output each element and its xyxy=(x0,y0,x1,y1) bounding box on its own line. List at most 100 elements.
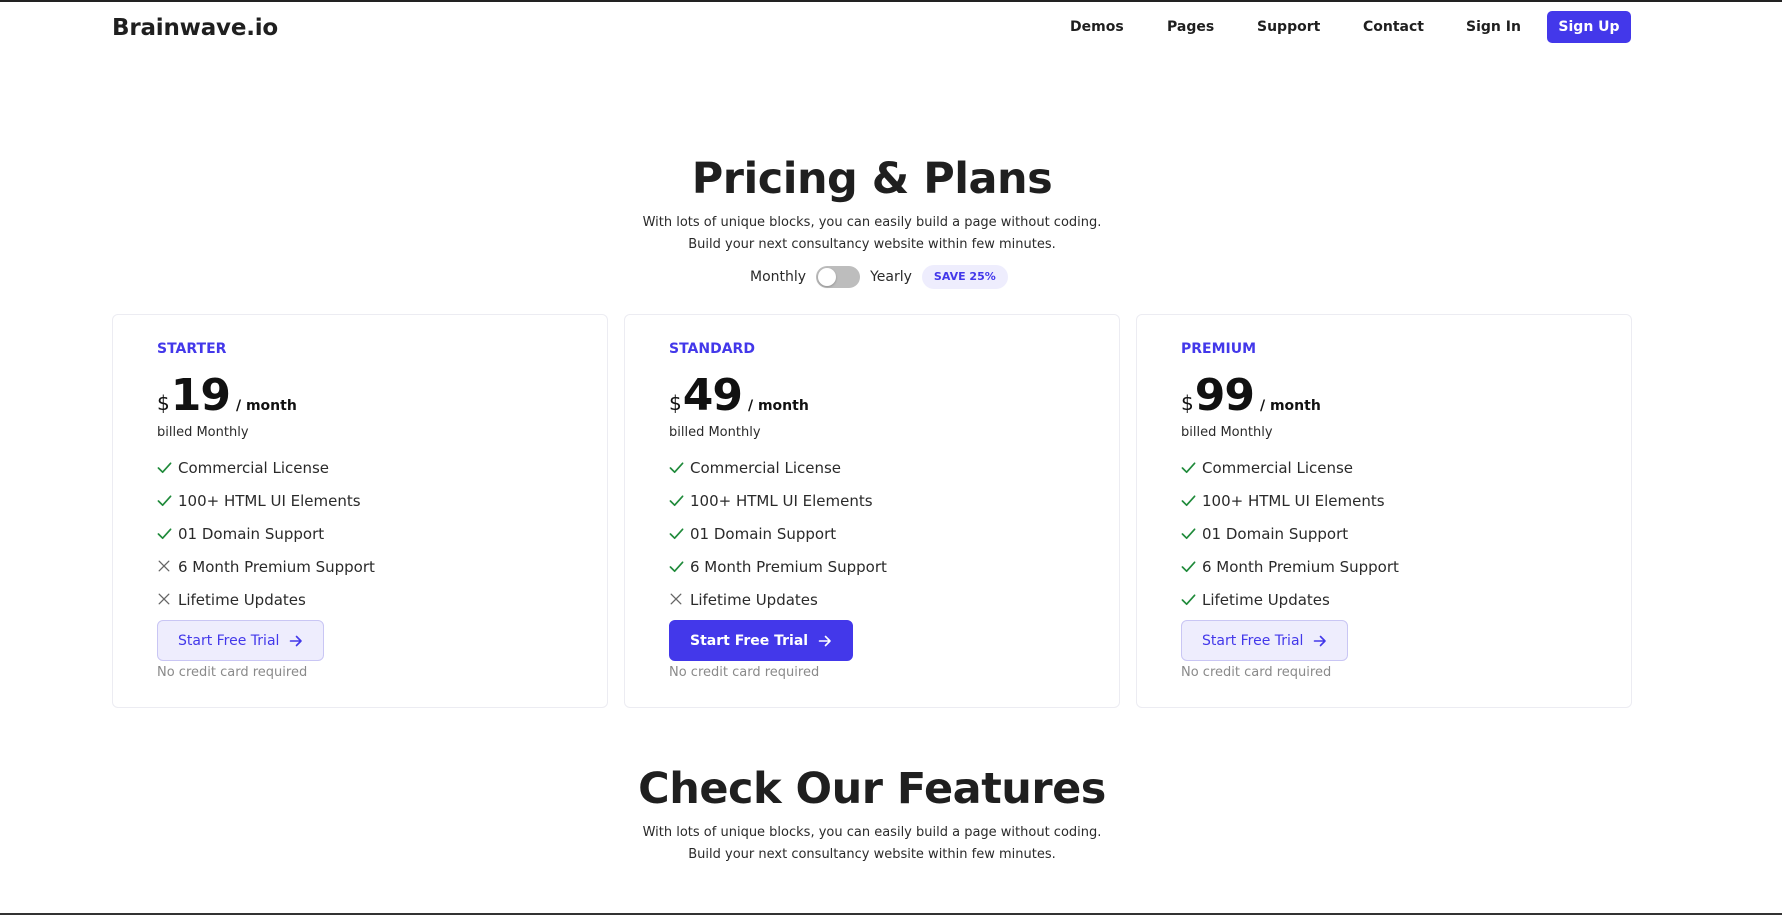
x-icon xyxy=(157,592,178,608)
start-free-trial-button[interactable]: Start Free Trial xyxy=(1181,620,1349,661)
feature-item: Lifetime Updates xyxy=(1181,583,1399,616)
feature-list: Commercial License 100+ HTML UI Elements 0… xyxy=(157,451,375,616)
plan-name: PREMIUM xyxy=(1181,341,1257,357)
feature-label: Commercial License xyxy=(690,458,842,477)
check-icon xyxy=(1181,460,1202,476)
start-free-trial-button[interactable]: Start Free Trial xyxy=(669,620,854,661)
price-row: $19/ month xyxy=(157,369,297,423)
pricing-card-starter: STARTER $19/ month billed Monthly Commercia… xyxy=(112,314,608,708)
pricing-subtitle-line-1: With lots of unique blocks, you can easi… xyxy=(642,215,1102,230)
feature-label: Lifetime Updates xyxy=(690,590,818,609)
feature-list: Commercial License 100+ HTML UI Elements 0… xyxy=(1181,451,1399,616)
pricing-card-standard: STANDARD $49/ month billed Monthly Commerci… xyxy=(624,314,1120,708)
feature-item: 01 Domain Support xyxy=(669,517,887,550)
no-credit-card-note: No credit card required xyxy=(157,665,308,680)
brand-logo[interactable]: Brainwave.io xyxy=(112,15,278,41)
toggle-label-yearly[interactable]: Yearly xyxy=(870,269,912,285)
feature-label: 6 Month Premium Support xyxy=(1202,557,1399,576)
save-badge: SAVE 25% xyxy=(921,265,1008,289)
feature-list: Commercial License 100+ HTML UI Elements 0… xyxy=(669,451,887,616)
price-amount: 49 xyxy=(682,370,743,421)
price-amount: 99 xyxy=(1194,370,1255,421)
cta-label: Start Free Trial xyxy=(178,632,280,649)
check-icon xyxy=(157,460,178,476)
price-currency: $ xyxy=(157,391,170,415)
sign-up-button[interactable]: Sign Up xyxy=(1547,11,1631,43)
feature-item: 6 Month Premium Support xyxy=(157,550,375,583)
price-amount: 19 xyxy=(170,370,231,421)
features-subtitle-line-1: With lots of unique blocks, you can easi… xyxy=(642,825,1102,840)
feature-item: 100+ HTML UI Elements xyxy=(1181,484,1399,517)
feature-label: Lifetime Updates xyxy=(1202,590,1330,609)
feature-label: Commercial License xyxy=(1202,458,1354,477)
nav-link-contact[interactable]: Contact xyxy=(1363,19,1424,35)
top-navbar: Brainwave.io Demos Pages Support Contact… xyxy=(0,2,1782,58)
feature-item: Commercial License xyxy=(1181,451,1399,484)
check-icon xyxy=(1181,559,1202,575)
feature-item: Commercial License xyxy=(669,451,887,484)
price-period: / month xyxy=(235,398,297,414)
feature-item: Lifetime Updates xyxy=(157,583,375,616)
arrow-right-icon xyxy=(289,634,303,648)
check-icon xyxy=(669,526,690,542)
feature-label: 01 Domain Support xyxy=(178,524,325,543)
arrow-right-icon xyxy=(1313,634,1327,648)
pricing-subtitle-line-2: Build your next consultancy website with… xyxy=(688,237,1056,252)
feature-label: 6 Month Premium Support xyxy=(178,557,375,576)
check-icon xyxy=(1181,592,1202,608)
nav-link-sign-in[interactable]: Sign In xyxy=(1466,19,1521,35)
billing-note: billed Monthly xyxy=(669,425,761,440)
price-row: $99/ month xyxy=(1181,369,1321,423)
arrow-right-icon xyxy=(818,634,832,648)
feature-label: Lifetime Updates xyxy=(178,590,306,609)
price-period: / month xyxy=(1259,398,1321,414)
billing-note: billed Monthly xyxy=(157,425,249,440)
feature-item: 100+ HTML UI Elements xyxy=(669,484,887,517)
toggle-label-monthly[interactable]: Monthly xyxy=(750,269,806,285)
features-subtitle-line-2: Build your next consultancy website with… xyxy=(688,847,1056,862)
feature-label: 100+ HTML UI Elements xyxy=(690,491,873,510)
feature-item: 01 Domain Support xyxy=(157,517,375,550)
pricing-title: Pricing & Plans xyxy=(691,154,1053,204)
nav-link-demos[interactable]: Demos xyxy=(1070,19,1124,35)
feature-item: 01 Domain Support xyxy=(1181,517,1399,550)
cta-label: Start Free Trial xyxy=(1202,632,1304,649)
feature-label: 100+ HTML UI Elements xyxy=(178,491,361,510)
price-currency: $ xyxy=(1181,391,1194,415)
nav-link-pages[interactable]: Pages xyxy=(1167,19,1214,35)
cta-label: Start Free Trial xyxy=(690,632,809,649)
check-icon xyxy=(1181,493,1202,509)
billing-note: billed Monthly xyxy=(1181,425,1273,440)
feature-label: 01 Domain Support xyxy=(1202,524,1349,543)
check-icon xyxy=(669,460,690,476)
feature-item: 6 Month Premium Support xyxy=(669,550,887,583)
feature-item: Commercial License xyxy=(157,451,375,484)
nav-link-support[interactable]: Support xyxy=(1257,19,1320,35)
check-icon xyxy=(1181,526,1202,542)
feature-item: 100+ HTML UI Elements xyxy=(157,484,375,517)
check-icon xyxy=(157,526,178,542)
check-icon xyxy=(669,493,690,509)
price-period: / month xyxy=(747,398,809,414)
switch-knob xyxy=(818,268,837,286)
no-credit-card-note: No credit card required xyxy=(669,665,820,680)
plan-name: STANDARD xyxy=(669,341,755,357)
x-icon xyxy=(157,559,178,575)
billing-period-switch[interactable] xyxy=(816,266,861,288)
price-row: $49/ month xyxy=(669,369,809,423)
feature-label: 01 Domain Support xyxy=(690,524,837,543)
billing-toggle-row: Monthly Yearly SAVE 25% xyxy=(750,264,1008,290)
features-title: Check Our Features xyxy=(638,764,1106,814)
check-icon xyxy=(669,559,690,575)
feature-item: Lifetime Updates xyxy=(669,583,887,616)
start-free-trial-button[interactable]: Start Free Trial xyxy=(157,620,325,661)
price-currency: $ xyxy=(669,391,682,415)
feature-label: 100+ HTML UI Elements xyxy=(1202,491,1385,510)
feature-label: Commercial License xyxy=(178,458,330,477)
feature-label: 6 Month Premium Support xyxy=(690,557,887,576)
check-icon xyxy=(157,493,178,509)
pricing-card-premium: PREMIUM $99/ month billed Monthly Commercia… xyxy=(1136,314,1632,708)
no-credit-card-note: No credit card required xyxy=(1181,665,1332,680)
x-icon xyxy=(669,592,690,608)
plan-name: STARTER xyxy=(157,341,227,357)
